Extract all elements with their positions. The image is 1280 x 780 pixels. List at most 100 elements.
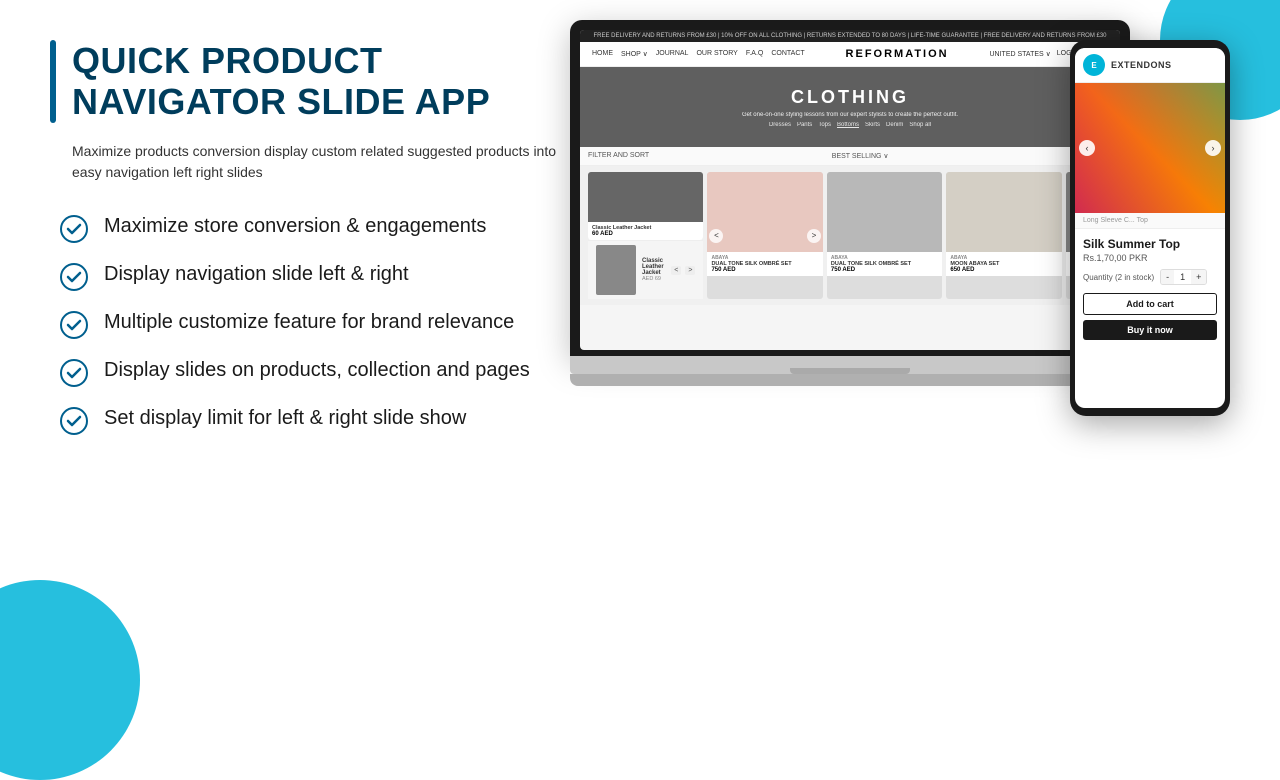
check-icon-3 bbox=[60, 311, 88, 339]
product-price-4: 650 AED bbox=[950, 267, 1057, 273]
site-menu: HOME SHOP ∨ JOURNAL OUR STORY F.A.Q CONT… bbox=[580, 42, 1120, 67]
hero-sub: Get one-on-one styling lessons from our … bbox=[742, 112, 958, 118]
phone-mockup: E EXTENDONS ‹ › Long Sleeve C... Top bbox=[1070, 40, 1230, 416]
product-price-1: 60 AED bbox=[592, 231, 699, 237]
feature-item-1: Maximize store conversion & engagements bbox=[60, 213, 570, 243]
site-products-header: FILTER AND SORT BEST SELLING ∨ 21 PRODU.… bbox=[580, 147, 1120, 166]
qty-control: - 1 + bbox=[1160, 269, 1207, 285]
page-subtitle: Maximize products conversion display cus… bbox=[50, 141, 570, 183]
hero-link-tops[interactable]: Tops bbox=[818, 122, 831, 128]
first-product-col: Classic Leather Jacket 60 AED Classic Le… bbox=[588, 172, 703, 299]
slim-product-img bbox=[596, 245, 636, 295]
product-img-2 bbox=[707, 172, 822, 252]
qty-label: Quantity (2 in stock) bbox=[1083, 273, 1154, 282]
check-icon-4 bbox=[60, 359, 88, 387]
extendons-brand-text: EXTENDONS bbox=[1111, 60, 1172, 70]
site-hero: CLOTHING Get one-on-one styling lessons … bbox=[580, 67, 1120, 147]
hero-link-dresses[interactable]: Dresses bbox=[769, 122, 791, 128]
phone-screen: E EXTENDONS ‹ › Long Sleeve C... Top bbox=[1075, 48, 1225, 408]
title-accent-bar bbox=[50, 40, 56, 123]
hero-links: Dresses Pants Tops Bottoms Skirts Denim … bbox=[769, 122, 931, 128]
left-panel: QUICK PRODUCT NAVIGATOR SLIDE APP Maximi… bbox=[50, 40, 570, 700]
best-selling-label[interactable]: BEST SELLING ∨ bbox=[832, 152, 889, 160]
menu-our-story[interactable]: OUR STORY bbox=[696, 50, 737, 58]
check-icon-2 bbox=[60, 263, 88, 291]
products-grid: Classic Leather Jacket 60 AED Classic Le… bbox=[580, 166, 1120, 305]
phone-qty-row: Quantity (2 in stock) - 1 + bbox=[1083, 269, 1217, 285]
product-price-3: 750 AED bbox=[831, 267, 938, 273]
menu-contact[interactable]: CONTACT bbox=[771, 50, 804, 58]
check-icon-5 bbox=[60, 407, 88, 435]
laptop-base bbox=[570, 356, 1130, 374]
slim-product-info: Classic Leather Jacket AED 69 bbox=[642, 258, 665, 282]
product-info-1: Classic Leather Jacket 60 AED bbox=[588, 222, 703, 240]
phone-next-button[interactable]: › bbox=[1205, 140, 1221, 156]
product-card-1[interactable]: Classic Leather Jacket 60 AED bbox=[588, 172, 703, 240]
features-list: Maximize store conversion & engagements … bbox=[50, 213, 570, 435]
add-to-cart-button[interactable]: Add to cart bbox=[1083, 293, 1217, 315]
slide-prev-2[interactable]: < bbox=[709, 229, 723, 243]
product-info-3: ABAYA DUAL TONE SILK OMBRÉ SET 750 AED bbox=[827, 252, 942, 276]
filter-sort-label[interactable]: FILTER AND SORT bbox=[588, 152, 649, 160]
laptop-screen: FREE DELIVERY AND RETURNS FROM £30 | 10%… bbox=[580, 30, 1120, 350]
qty-value: 1 bbox=[1174, 270, 1191, 284]
slim-slider: Classic Leather Jacket AED 69 < > bbox=[588, 240, 703, 299]
feature-text-1: Maximize store conversion & engagements bbox=[104, 213, 486, 240]
phone-outer: E EXTENDONS ‹ › Long Sleeve C... Top bbox=[1070, 40, 1230, 416]
feature-text-5: Set display limit for left & right slide… bbox=[104, 405, 466, 432]
feature-text-3: Multiple customize feature for brand rel… bbox=[104, 309, 514, 336]
product-card-2[interactable]: ABAYA DUAL TONE SILK OMBRÉ SET 750 AED <… bbox=[707, 172, 822, 299]
laptop-screen-outer: FREE DELIVERY AND RETURNS FROM £30 | 10%… bbox=[570, 20, 1130, 356]
hero-link-denim[interactable]: Denim bbox=[886, 122, 903, 128]
hero-title: CLOTHING bbox=[791, 87, 909, 108]
menu-shop[interactable]: SHOP ∨ bbox=[621, 50, 648, 58]
product-card-3[interactable]: ABAYA DUAL TONE SILK OMBRÉ SET 750 AED bbox=[827, 172, 942, 299]
laptop-mockup: FREE DELIVERY AND RETURNS FROM £30 | 10%… bbox=[570, 20, 1130, 386]
phone-product-title: Silk Summer Top bbox=[1083, 237, 1217, 251]
slim-next-button[interactable]: > bbox=[685, 266, 695, 275]
feature-item-5: Set display limit for left & right slide… bbox=[60, 405, 570, 435]
phone-nav-arrows: ‹ › bbox=[1075, 140, 1225, 156]
product-card-4[interactable]: ABAYA MOON ABAYA SET 650 AED bbox=[946, 172, 1061, 299]
feature-text-2: Display navigation slide left & right bbox=[104, 261, 409, 288]
product-info-2: ABAYA DUAL TONE SILK OMBRÉ SET 750 AED bbox=[707, 252, 822, 276]
qty-plus-button[interactable]: + bbox=[1191, 270, 1206, 284]
extendons-logo: E bbox=[1083, 54, 1105, 76]
menu-journal[interactable]: JOURNAL bbox=[656, 50, 689, 58]
page-title: QUICK PRODUCT NAVIGATOR SLIDE APP bbox=[72, 40, 570, 123]
phone-header: E EXTENDONS bbox=[1075, 48, 1225, 83]
menu-country[interactable]: UNITED STATES ∨ bbox=[990, 50, 1051, 58]
slim-product-name: Classic Leather Jacket bbox=[642, 258, 665, 276]
slide-next-2[interactable]: > bbox=[807, 229, 821, 243]
hero-link-shop-all[interactable]: Shop all bbox=[909, 122, 931, 128]
slim-arrows: < > bbox=[671, 266, 695, 275]
feature-item-3: Multiple customize feature for brand rel… bbox=[60, 309, 570, 339]
feature-item-4: Display slides on products, collection a… bbox=[60, 357, 570, 387]
product-info-4: ABAYA MOON ABAYA SET 650 AED bbox=[946, 252, 1061, 276]
feature-item-2: Display navigation slide left & right bbox=[60, 261, 570, 291]
hero-link-skirts[interactable]: Skirts bbox=[865, 122, 880, 128]
title-block: QUICK PRODUCT NAVIGATOR SLIDE APP bbox=[50, 40, 570, 123]
slim-product-price: AED 69 bbox=[642, 276, 665, 282]
buy-now-button[interactable]: Buy it now bbox=[1083, 320, 1217, 340]
phone-prev-button[interactable]: ‹ bbox=[1079, 140, 1095, 156]
phone-product-details: Silk Summer Top Rs.1,70,00 PKR Quantity … bbox=[1075, 229, 1225, 348]
site-ticker: FREE DELIVERY AND RETURNS FROM £30 | 10%… bbox=[580, 30, 1120, 42]
check-icon-1 bbox=[60, 215, 88, 243]
site-menu-links: HOME SHOP ∨ JOURNAL OUR STORY F.A.Q CONT… bbox=[592, 50, 805, 58]
hero-link-bottoms[interactable]: Bottoms bbox=[837, 122, 859, 128]
feature-text-4: Display slides on products, collection a… bbox=[104, 357, 530, 384]
right-panel: FREE DELIVERY AND RETURNS FROM £30 | 10%… bbox=[570, 40, 1230, 700]
laptop-stand bbox=[570, 374, 1130, 386]
product-img-4 bbox=[946, 172, 1061, 252]
hero-link-pants[interactable]: Pants bbox=[797, 122, 812, 128]
menu-faq[interactable]: F.A.Q bbox=[746, 50, 764, 58]
slim-prev-button[interactable]: < bbox=[671, 266, 681, 275]
menu-home[interactable]: HOME bbox=[592, 50, 613, 58]
site-logo: REFORMATION bbox=[846, 48, 949, 60]
qty-minus-button[interactable]: - bbox=[1161, 270, 1174, 284]
phone-breadcrumb: Long Sleeve C... Top bbox=[1075, 213, 1225, 229]
product-img-1 bbox=[588, 172, 703, 222]
phone-product-image: ‹ › bbox=[1075, 83, 1225, 213]
product-price-2: 750 AED bbox=[711, 267, 818, 273]
